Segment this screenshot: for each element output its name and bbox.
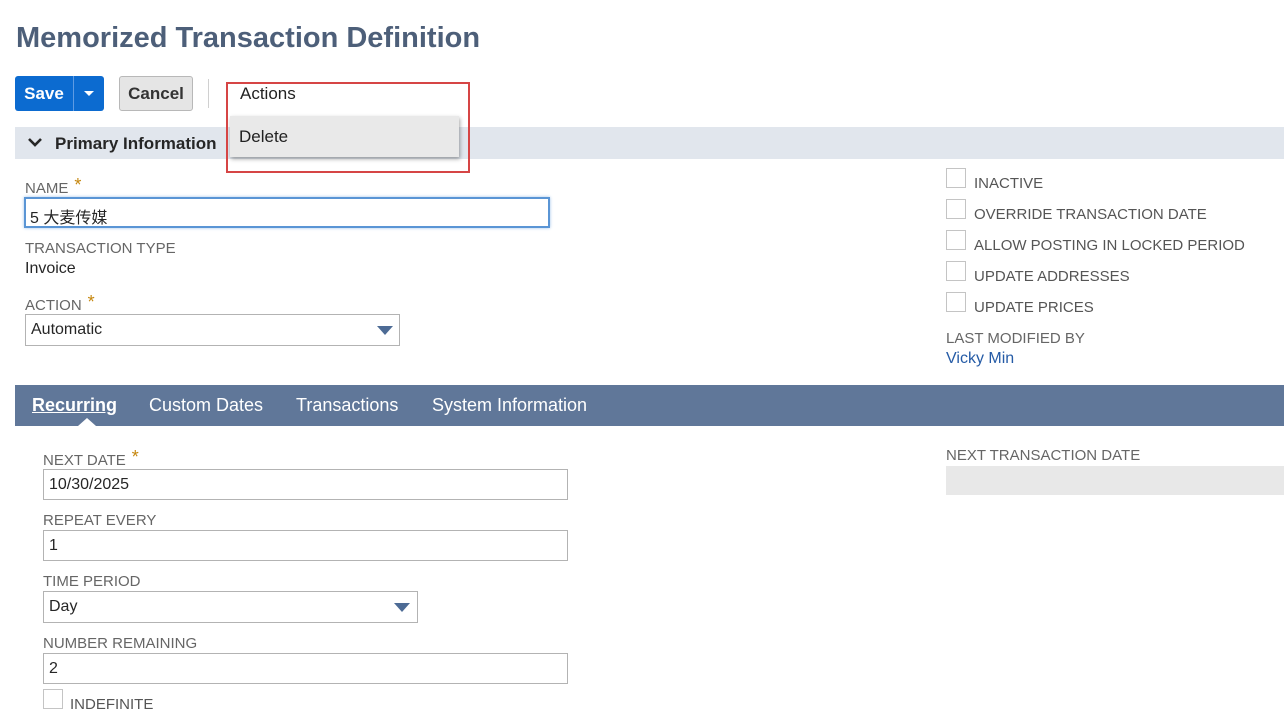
allow-posting-locked-period-label: ALLOW POSTING IN LOCKED PERIOD (974, 237, 1245, 254)
toolbar-divider (208, 79, 209, 108)
inactive-label: INACTIVE (974, 175, 1044, 192)
save-button[interactable]: Save (15, 76, 73, 111)
menu-item-delete[interactable]: Delete (239, 127, 288, 147)
repeat-every-label: REPEAT EVERY (43, 512, 157, 529)
update-addresses-checkbox[interactable] (946, 261, 966, 281)
indefinite-checkbox[interactable] (43, 689, 63, 709)
last-modified-link[interactable]: Vicky Min (946, 350, 1014, 368)
tab-recurring[interactable]: Recurring (32, 395, 117, 416)
time-period-select-value: Day (49, 598, 78, 615)
name-input[interactable]: 5 大麦传媒 (24, 197, 550, 228)
chevron-down-icon (377, 326, 393, 335)
save-options-button[interactable] (73, 76, 104, 111)
time-period-select[interactable]: Day (43, 591, 418, 623)
next-transaction-date-label: NEXT TRANSACTION DATE (946, 447, 1141, 464)
override-transaction-date-label: OVERRIDE TRANSACTION DATE (974, 206, 1207, 223)
action-select[interactable]: Automatic (25, 314, 400, 346)
next-date-label: NEXT DATE (43, 452, 126, 469)
transaction-type-label: TRANSACTION TYPE (25, 240, 176, 257)
number-remaining-label: NUMBER REMAINING (43, 635, 198, 652)
chevron-down-icon[interactable] (27, 134, 43, 155)
caret-down-icon (84, 90, 94, 96)
tab-custom-dates[interactable]: Custom Dates (149, 395, 263, 416)
action-select-value: Automatic (31, 321, 103, 338)
subtab-bar: Recurring Custom Dates Transactions Syst… (15, 385, 1284, 426)
tab-system-information[interactable]: System Information (432, 395, 587, 416)
actions-menu-button[interactable]: Actions (240, 84, 296, 104)
next-transaction-date-value (946, 466, 1284, 495)
tab-custom-dates-label: Custom Dates (149, 395, 264, 415)
transaction-type-value: Invoice (25, 260, 76, 277)
required-marker: * (87, 292, 95, 312)
tab-system-information-label: System Information (432, 395, 588, 415)
update-prices-checkbox[interactable] (946, 292, 966, 312)
number-remaining-input[interactable]: 2 (43, 653, 568, 684)
required-marker: * (131, 447, 139, 467)
tab-transactions-label: Transactions (296, 395, 399, 415)
next-date-input[interactable]: 10/30/2025 (43, 469, 568, 500)
action-label: ACTION (25, 297, 82, 314)
actions-dropdown: Delete (230, 116, 459, 157)
next-date-label-row: NEXT DATE * (43, 447, 139, 470)
name-label: NAME (25, 180, 69, 197)
override-transaction-date-checkbox[interactable] (946, 199, 966, 219)
tab-transactions[interactable]: Transactions (296, 395, 398, 416)
last-modified-label: LAST MODIFIED BY (946, 330, 1085, 347)
action-label-row: ACTION * (25, 292, 95, 315)
active-tab-pointer (78, 418, 96, 426)
update-addresses-label: UPDATE ADDRESSES (974, 268, 1130, 285)
required-marker: * (74, 175, 82, 195)
repeat-every-input[interactable]: 1 (43, 530, 568, 561)
time-period-label: TIME PERIOD (43, 573, 141, 590)
update-prices-label: UPDATE PRICES (974, 299, 1094, 316)
page-title: Memorized Transaction Definition (16, 22, 481, 54)
cancel-button[interactable]: Cancel (119, 76, 193, 111)
allow-posting-locked-period-checkbox[interactable] (946, 230, 966, 250)
chevron-down-icon (394, 603, 410, 612)
indefinite-label: INDEFINITE (70, 696, 154, 713)
inactive-checkbox[interactable] (946, 168, 966, 188)
section-title: Primary Information (55, 134, 217, 153)
name-label-row: NAME * (25, 175, 82, 198)
